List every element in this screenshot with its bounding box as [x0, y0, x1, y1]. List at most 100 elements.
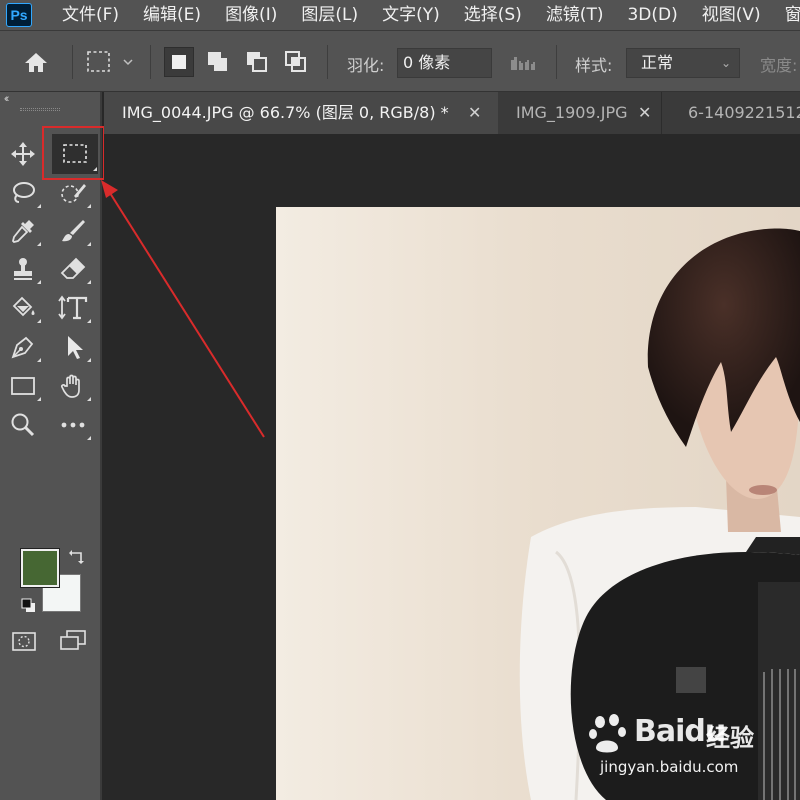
options-bar: 羽化: 0 像素 样式: 正常 ⌄ 宽度:: [0, 30, 800, 92]
photoshop-window: Ps 文件(F) 编辑(E) 图像(I) 图层(L) 文字(Y) 选择(S) 滤…: [0, 0, 800, 800]
default-colors-icon: [21, 598, 35, 612]
more-tools-button[interactable]: [54, 407, 92, 443]
tool-group-indicator: [87, 397, 91, 401]
screen-mode-button[interactable]: [58, 629, 88, 653]
eraser-tool-icon: [60, 257, 86, 279]
rectangle-tool[interactable]: [4, 368, 42, 404]
more-tools-icon: [61, 422, 85, 428]
intersect-selection-icon: [285, 51, 306, 72]
menu-3d[interactable]: 3D(D): [615, 0, 689, 30]
close-tab-icon[interactable]: ✕: [468, 92, 481, 134]
anti-alias-icon: [511, 57, 535, 70]
hand-tool-icon: [60, 374, 80, 398]
close-tab-icon[interactable]: ✕: [638, 92, 651, 134]
move-tool-icon: [11, 142, 35, 166]
tool-highlight-annotation: [42, 126, 105, 180]
menu-items: 文件(F) 编辑(E) 图像(I) 图层(L) 文字(Y) 选择(S) 滤镜(T…: [50, 0, 800, 30]
lasso-tool[interactable]: [4, 175, 42, 211]
tab-label: IMG_0044.JPG @ 66.7% (图层 0, RGB/8) *: [122, 103, 449, 122]
anti-alias-toggle[interactable]: [508, 52, 540, 74]
tool-group-indicator: [87, 204, 91, 208]
tool-group-indicator: [87, 242, 91, 246]
eyedropper-tool[interactable]: [4, 213, 42, 249]
intersect-selection-button[interactable]: [281, 47, 311, 77]
path-selection-tool-icon: [68, 336, 83, 359]
document-tab[interactable]: IMG_1909.JPG ✕: [498, 92, 662, 134]
options-separator: [72, 45, 73, 79]
zoom-tool-icon: [11, 413, 35, 437]
screen-mode-icon: [60, 630, 86, 650]
tab-label: IMG_1909.JPG: [516, 103, 628, 122]
swap-colors-icon: [69, 550, 84, 564]
menu-bar: Ps 文件(F) 编辑(E) 图像(I) 图层(L) 文字(Y) 选择(S) 滤…: [0, 0, 800, 30]
tool-group-indicator: [37, 242, 41, 246]
eyedropper-tool-icon: [12, 220, 34, 243]
pen-tool[interactable]: [4, 329, 42, 365]
document-tab-active[interactable]: IMG_0044.JPG @ 66.7% (图层 0, RGB/8) * ✕: [104, 92, 498, 134]
tool-group-indicator: [87, 436, 91, 440]
swap-colors-button[interactable]: [68, 548, 86, 566]
quick-mask-button[interactable]: [10, 630, 38, 654]
canvas-area[interactable]: Baidu 经验 jingyan.baidu.com: [104, 134, 800, 800]
subtract-from-selection-button[interactable]: [242, 47, 272, 77]
add-selection-icon: [208, 52, 227, 71]
menu-view[interactable]: 视图(V): [690, 0, 773, 30]
tool-group-indicator: [37, 358, 41, 362]
options-separator: [150, 45, 151, 79]
rectangle-tool-icon: [11, 377, 35, 395]
style-dropdown[interactable]: 正常 ⌄: [626, 48, 740, 78]
tool-group-indicator: [87, 358, 91, 362]
menu-layer[interactable]: 图层(L): [289, 0, 370, 30]
home-button[interactable]: [20, 47, 52, 77]
menu-type[interactable]: 文字(Y): [370, 0, 452, 30]
clone-stamp-tool-icon: [14, 258, 32, 280]
menu-edit[interactable]: 编辑(E): [131, 0, 213, 30]
menu-select[interactable]: 选择(S): [452, 0, 534, 30]
collapse-panel-icon[interactable]: ‹‹: [4, 93, 10, 105]
tool-preset-picker[interactable]: [84, 47, 140, 77]
menu-image[interactable]: 图像(I): [213, 0, 289, 30]
tool-group-indicator: [87, 280, 91, 284]
photoshop-logo[interactable]: Ps: [6, 3, 32, 27]
tool-group-indicator: [37, 204, 41, 208]
zoom-tool[interactable]: [4, 407, 42, 443]
pen-tool-icon: [11, 336, 34, 359]
clone-stamp-tool[interactable]: [4, 251, 42, 287]
feather-value: 0 像素: [403, 53, 451, 72]
quick-selection-tool[interactable]: [54, 175, 92, 211]
document-tab[interactable]: 6-1409221512: [662, 92, 800, 134]
chevron-down-icon: ⌄: [720, 56, 731, 70]
menu-file[interactable]: 文件(F): [50, 0, 131, 30]
add-to-selection-button[interactable]: [203, 47, 233, 77]
foreground-color-swatch[interactable]: [20, 548, 60, 588]
tool-group-indicator: [87, 319, 91, 323]
watermark-product: 经验: [706, 724, 754, 752]
document-image[interactable]: Baidu 经验 jingyan.baidu.com: [276, 207, 800, 800]
subtract-selection-icon: [247, 52, 267, 72]
baidu-jingyan-watermark: Baidu 经验 jingyan.baidu.com: [586, 712, 786, 782]
eraser-tool[interactable]: [54, 251, 92, 287]
marquee-preset-icon: [87, 51, 133, 72]
menu-filter[interactable]: 滤镜(T): [534, 0, 616, 30]
hand-tool[interactable]: [54, 368, 92, 404]
paint-bucket-tool[interactable]: [4, 290, 42, 326]
paint-bucket-tool-icon: [12, 296, 35, 317]
quick-selection-tool-icon: [61, 184, 86, 203]
tool-group-indicator: [37, 280, 41, 284]
tab-label: 6-1409221512: [688, 103, 800, 122]
new-selection-button[interactable]: [164, 47, 194, 77]
brush-tool[interactable]: [54, 213, 92, 249]
type-tool[interactable]: [54, 290, 92, 326]
feather-input[interactable]: 0 像素: [397, 48, 492, 78]
path-selection-tool[interactable]: [54, 329, 92, 365]
tool-group-indicator: [37, 397, 41, 401]
tools-panel-header: ‹‹: [0, 92, 100, 114]
default-colors-button[interactable]: [20, 597, 38, 615]
menu-window[interactable]: 窗口(W): [773, 0, 800, 30]
panel-grip[interactable]: [20, 108, 60, 111]
paw-logo-icon: [589, 714, 626, 753]
move-tool[interactable]: [4, 136, 42, 172]
brush-tool-icon: [62, 220, 85, 242]
width-label: 宽度:: [760, 56, 798, 75]
tools-panel: ‹‹: [0, 92, 102, 800]
